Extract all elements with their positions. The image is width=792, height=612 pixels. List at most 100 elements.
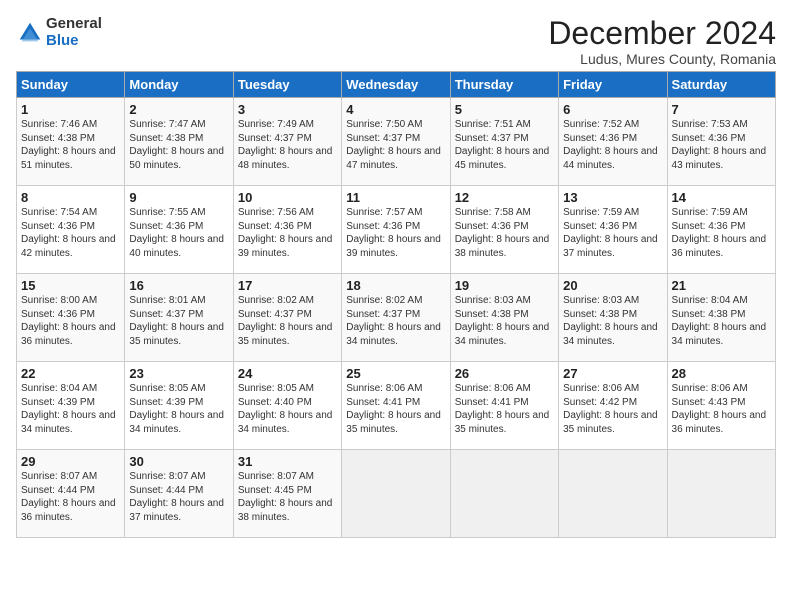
cell-info: Sunrise: 7:55 AMSunset: 4:36 PMDaylight:… bbox=[129, 207, 224, 259]
week-row-2: 8 Sunrise: 7:54 AMSunset: 4:36 PMDaylight… bbox=[17, 186, 776, 274]
day-number: 18 bbox=[346, 278, 445, 293]
cell-info: Sunrise: 8:04 AMSunset: 4:38 PMDaylight:… bbox=[672, 295, 767, 347]
day-number: 13 bbox=[563, 190, 662, 205]
logo: General Blue bbox=[16, 16, 102, 49]
page-container: General Blue December 2024 Ludus, Mures … bbox=[0, 0, 792, 546]
day-number: 3 bbox=[238, 102, 337, 117]
day-number: 12 bbox=[455, 190, 554, 205]
day-number: 4 bbox=[346, 102, 445, 117]
cell-info: Sunrise: 8:03 AMSunset: 4:38 PMDaylight:… bbox=[455, 295, 550, 347]
logo-icon bbox=[16, 19, 44, 47]
col-saturday: Saturday bbox=[667, 72, 775, 98]
week-row-1: 1 Sunrise: 7:46 AMSunset: 4:38 PMDaylight… bbox=[17, 98, 776, 186]
cell-info: Sunrise: 7:49 AMSunset: 4:37 PMDaylight:… bbox=[238, 119, 333, 171]
location: Ludus, Mures County, Romania bbox=[548, 51, 776, 67]
cell-info: Sunrise: 8:06 AMSunset: 4:43 PMDaylight:… bbox=[672, 383, 767, 435]
cell-info: Sunrise: 7:58 AMSunset: 4:36 PMDaylight:… bbox=[455, 207, 550, 259]
day-number: 19 bbox=[455, 278, 554, 293]
header-row: Sunday Monday Tuesday Wednesday Thursday… bbox=[17, 72, 776, 98]
title-block: December 2024 Ludus, Mures County, Roman… bbox=[548, 16, 776, 67]
day-number: 15 bbox=[21, 278, 120, 293]
day-number: 2 bbox=[129, 102, 228, 117]
table-row: 29 Sunrise: 8:07 AMSunset: 4:44 PMDayligh… bbox=[17, 450, 125, 538]
day-number: 29 bbox=[21, 454, 120, 469]
day-number: 26 bbox=[455, 366, 554, 381]
cell-info: Sunrise: 7:47 AMSunset: 4:38 PMDaylight:… bbox=[129, 119, 224, 171]
day-number: 25 bbox=[346, 366, 445, 381]
table-row: 10 Sunrise: 7:56 AMSunset: 4:36 PMDayligh… bbox=[233, 186, 341, 274]
cell-info: Sunrise: 8:03 AMSunset: 4:38 PMDaylight:… bbox=[563, 295, 658, 347]
cell-info: Sunrise: 7:59 AMSunset: 4:36 PMDaylight:… bbox=[563, 207, 658, 259]
day-number: 31 bbox=[238, 454, 337, 469]
day-number: 10 bbox=[238, 190, 337, 205]
table-row: 28Sunrise: 8:06 AMSunset: 4:43 PMDayligh… bbox=[667, 362, 775, 450]
table-row: 7Sunrise: 7:53 AMSunset: 4:36 PMDaylight… bbox=[667, 98, 775, 186]
cell-info: Sunrise: 7:50 AMSunset: 4:37 PMDaylight:… bbox=[346, 119, 441, 171]
table-row bbox=[559, 450, 667, 538]
table-row: 3 Sunrise: 7:49 AMSunset: 4:37 PMDaylight… bbox=[233, 98, 341, 186]
table-row: 24 Sunrise: 8:05 AMSunset: 4:40 PMDayligh… bbox=[233, 362, 341, 450]
cell-info: Sunrise: 8:07 AMSunset: 4:45 PMDaylight:… bbox=[238, 471, 333, 523]
table-row bbox=[667, 450, 775, 538]
table-row bbox=[342, 450, 450, 538]
table-row: 12 Sunrise: 7:58 AMSunset: 4:36 PMDayligh… bbox=[450, 186, 558, 274]
cell-info: Sunrise: 8:05 AMSunset: 4:39 PMDaylight:… bbox=[129, 383, 224, 435]
table-row: 21 Sunrise: 8:04 AMSunset: 4:38 PMDayligh… bbox=[667, 274, 775, 362]
day-number: 8 bbox=[21, 190, 120, 205]
col-monday: Monday bbox=[125, 72, 233, 98]
day-number: 21 bbox=[672, 278, 771, 293]
table-row: 26 Sunrise: 8:06 AMSunset: 4:41 PMDayligh… bbox=[450, 362, 558, 450]
week-row-5: 29 Sunrise: 8:07 AMSunset: 4:44 PMDayligh… bbox=[17, 450, 776, 538]
day-number: 1 bbox=[21, 102, 120, 117]
table-row: 8 Sunrise: 7:54 AMSunset: 4:36 PMDaylight… bbox=[17, 186, 125, 274]
col-sunday: Sunday bbox=[17, 72, 125, 98]
col-wednesday: Wednesday bbox=[342, 72, 450, 98]
cell-info: Sunrise: 7:57 AMSunset: 4:36 PMDaylight:… bbox=[346, 207, 441, 259]
table-row: 22Sunrise: 8:04 AMSunset: 4:39 PMDayligh… bbox=[17, 362, 125, 450]
cell-info: Sunrise: 7:59 AMSunset: 4:36 PMDaylight:… bbox=[672, 207, 767, 259]
table-row: 17Sunrise: 8:02 AMSunset: 4:37 PMDayligh… bbox=[233, 274, 341, 362]
day-number: 24 bbox=[238, 366, 337, 381]
table-row: 9 Sunrise: 7:55 AMSunset: 4:36 PMDaylight… bbox=[125, 186, 233, 274]
cell-info: Sunrise: 7:52 AMSunset: 4:36 PMDaylight:… bbox=[563, 119, 658, 171]
cell-info: Sunrise: 7:46 AMSunset: 4:38 PMDaylight:… bbox=[21, 119, 116, 171]
month-title: December 2024 bbox=[548, 16, 776, 51]
cell-info: Sunrise: 8:04 AMSunset: 4:39 PMDaylight:… bbox=[21, 383, 116, 435]
day-number: 20 bbox=[563, 278, 662, 293]
day-number: 27 bbox=[563, 366, 662, 381]
table-row: 5 Sunrise: 7:51 AMSunset: 4:37 PMDaylight… bbox=[450, 98, 558, 186]
table-row bbox=[450, 450, 558, 538]
week-row-4: 22Sunrise: 8:04 AMSunset: 4:39 PMDayligh… bbox=[17, 362, 776, 450]
cell-info: Sunrise: 8:06 AMSunset: 4:41 PMDaylight:… bbox=[455, 383, 550, 435]
cell-info: Sunrise: 8:06 AMSunset: 4:42 PMDaylight:… bbox=[563, 383, 658, 435]
table-row: 23 Sunrise: 8:05 AMSunset: 4:39 PMDayligh… bbox=[125, 362, 233, 450]
cell-info: Sunrise: 7:56 AMSunset: 4:36 PMDaylight:… bbox=[238, 207, 333, 259]
day-number: 14 bbox=[672, 190, 771, 205]
week-row-3: 15Sunrise: 8:00 AMSunset: 4:36 PMDayligh… bbox=[17, 274, 776, 362]
cell-info: Sunrise: 8:07 AMSunset: 4:44 PMDaylight:… bbox=[129, 471, 224, 523]
logo-general: General bbox=[46, 16, 102, 33]
logo-blue: Blue bbox=[46, 33, 102, 50]
table-row: 1 Sunrise: 7:46 AMSunset: 4:38 PMDaylight… bbox=[17, 98, 125, 186]
day-number: 9 bbox=[129, 190, 228, 205]
day-number: 23 bbox=[129, 366, 228, 381]
table-row: 14 Sunrise: 7:59 AMSunset: 4:36 PMDayligh… bbox=[667, 186, 775, 274]
day-number: 17 bbox=[238, 278, 337, 293]
cell-info: Sunrise: 7:51 AMSunset: 4:37 PMDaylight:… bbox=[455, 119, 550, 171]
table-row: 25Sunrise: 8:06 AMSunset: 4:41 PMDayligh… bbox=[342, 362, 450, 450]
col-thursday: Thursday bbox=[450, 72, 558, 98]
table-row: 20 Sunrise: 8:03 AMSunset: 4:38 PMDayligh… bbox=[559, 274, 667, 362]
day-number: 5 bbox=[455, 102, 554, 117]
table-row: 6Sunrise: 7:52 AMSunset: 4:36 PMDaylight… bbox=[559, 98, 667, 186]
day-number: 16 bbox=[129, 278, 228, 293]
table-row: 11Sunrise: 7:57 AMSunset: 4:36 PMDayligh… bbox=[342, 186, 450, 274]
table-row: 31 Sunrise: 8:07 AMSunset: 4:45 PMDayligh… bbox=[233, 450, 341, 538]
cell-info: Sunrise: 8:07 AMSunset: 4:44 PMDaylight:… bbox=[21, 471, 116, 523]
day-number: 30 bbox=[129, 454, 228, 469]
table-row: 4 Sunrise: 7:50 AMSunset: 4:37 PMDaylight… bbox=[342, 98, 450, 186]
cell-info: Sunrise: 8:05 AMSunset: 4:40 PMDaylight:… bbox=[238, 383, 333, 435]
calendar-table: Sunday Monday Tuesday Wednesday Thursday… bbox=[16, 71, 776, 538]
col-friday: Friday bbox=[559, 72, 667, 98]
col-tuesday: Tuesday bbox=[233, 72, 341, 98]
cell-info: Sunrise: 7:54 AMSunset: 4:36 PMDaylight:… bbox=[21, 207, 116, 259]
